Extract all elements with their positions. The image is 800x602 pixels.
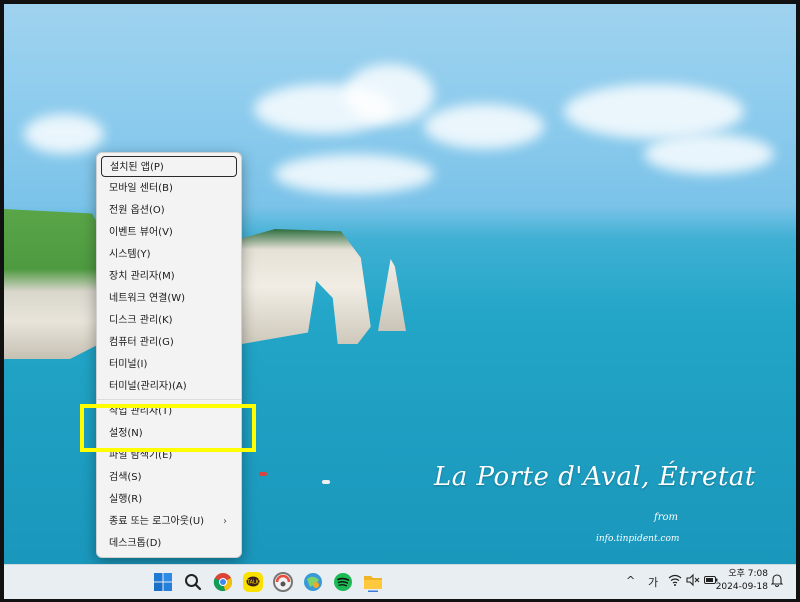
cloud — [274, 154, 434, 194]
menu-item-terminal[interactable]: 터미널(I) — [101, 354, 237, 375]
menu-item-label: 이벤트 뷰어(V) — [109, 227, 173, 238]
taskbar: TALK ^ 가 오후 7:08 2024-09-18 — [4, 564, 796, 599]
menu-item-label: 터미널(I) — [109, 359, 148, 370]
wallpaper-caption: La Porte d'Aval, Étretat — [434, 462, 756, 492]
photos-icon[interactable] — [302, 571, 324, 593]
cloud — [644, 134, 774, 174]
menu-item-power-options[interactable]: 전원 옵션(O) — [101, 200, 237, 221]
screen: La Porte d'Aval, Étretat from info.tinpi… — [0, 0, 800, 602]
yellow-highlight-box — [80, 404, 256, 452]
rock-needle — [378, 259, 406, 331]
menu-item-label: 디스크 관리(K) — [109, 315, 173, 326]
menu-item-mobility-center[interactable]: 모바일 센터(B) — [101, 178, 237, 199]
menu-item-network-connections[interactable]: 네트워크 연결(W) — [101, 288, 237, 309]
menu-item-shutdown-signout[interactable]: 종료 또는 로그아웃(U) › — [101, 511, 237, 532]
search-icon[interactable] — [182, 571, 204, 593]
start-context-menu: 설치된 앱(P) 모바일 센터(B) 전원 옵션(O) 이벤트 뷰어(V) 시스… — [96, 152, 242, 558]
wifi-icon[interactable] — [668, 573, 682, 590]
menu-item-computer-management[interactable]: 컴퓨터 관리(G) — [101, 332, 237, 353]
clock[interactable]: 오후 7:08 2024-09-18 — [716, 568, 768, 594]
kakaotalk-icon[interactable]: TALK — [242, 571, 264, 593]
menu-item-label: 설치된 앱(P) — [110, 162, 164, 173]
windows-start-icon[interactable] — [152, 571, 174, 593]
edge-icon[interactable] — [272, 571, 294, 593]
menu-item-system[interactable]: 시스템(Y) — [101, 244, 237, 265]
menu-item-label: 종료 또는 로그아웃(U) — [109, 516, 205, 527]
svg-text:TALK: TALK — [246, 580, 260, 586]
cloud — [424, 104, 544, 149]
chevron-right-icon: › — [223, 516, 227, 527]
boat — [259, 472, 267, 476]
clock-time: 오후 7:08 — [728, 569, 768, 579]
wallpaper-credit-from: from — [654, 512, 678, 523]
menu-item-label: 데스크톱(D) — [109, 538, 162, 549]
cloud — [344, 64, 434, 124]
menu-item-disk-management[interactable]: 디스크 관리(K) — [101, 310, 237, 331]
menu-item-label: 터미널(관리자)(A) — [109, 381, 187, 392]
volume-muted-icon[interactable] — [686, 573, 700, 590]
menu-item-label: 네트워크 연결(W) — [109, 293, 186, 304]
cloud — [24, 114, 104, 154]
menu-item-run[interactable]: 실행(R) — [101, 489, 237, 510]
menu-item-label: 장치 관리자(M) — [109, 271, 175, 282]
cloud — [564, 84, 744, 139]
chrome-icon[interactable] — [212, 571, 234, 593]
menu-item-search[interactable]: 검색(S) — [101, 467, 237, 488]
menu-item-label: 실행(R) — [109, 494, 143, 505]
menu-item-device-manager[interactable]: 장치 관리자(M) — [101, 266, 237, 287]
menu-item-label: 전원 옵션(O) — [109, 205, 165, 216]
spotify-icon[interactable] — [332, 571, 354, 593]
menu-item-label: 검색(S) — [109, 472, 142, 483]
wallpaper-credit-site: info.tinpident.com — [596, 534, 680, 544]
file-explorer-icon[interactable] — [362, 571, 384, 593]
tray-overflow-chevron[interactable]: ^ — [626, 574, 635, 587]
menu-item-label: 컴퓨터 관리(G) — [109, 337, 174, 348]
menu-item-label: 시스템(Y) — [109, 249, 151, 260]
menu-item-label: 모바일 센터(B) — [109, 183, 173, 194]
menu-item-installed-apps[interactable]: 설치된 앱(P) — [101, 156, 237, 177]
menu-separator — [97, 399, 241, 400]
clock-date: 2024-09-18 — [715, 582, 768, 592]
ime-indicator[interactable]: 가 — [648, 574, 658, 590]
menu-item-terminal-admin[interactable]: 터미널(관리자)(A) — [101, 376, 237, 397]
menu-item-event-viewer[interactable]: 이벤트 뷰어(V) — [101, 222, 237, 243]
boat — [322, 480, 330, 484]
notification-bell-icon[interactable] — [770, 573, 784, 590]
menu-item-desktop[interactable]: 데스크톱(D) — [101, 533, 237, 554]
